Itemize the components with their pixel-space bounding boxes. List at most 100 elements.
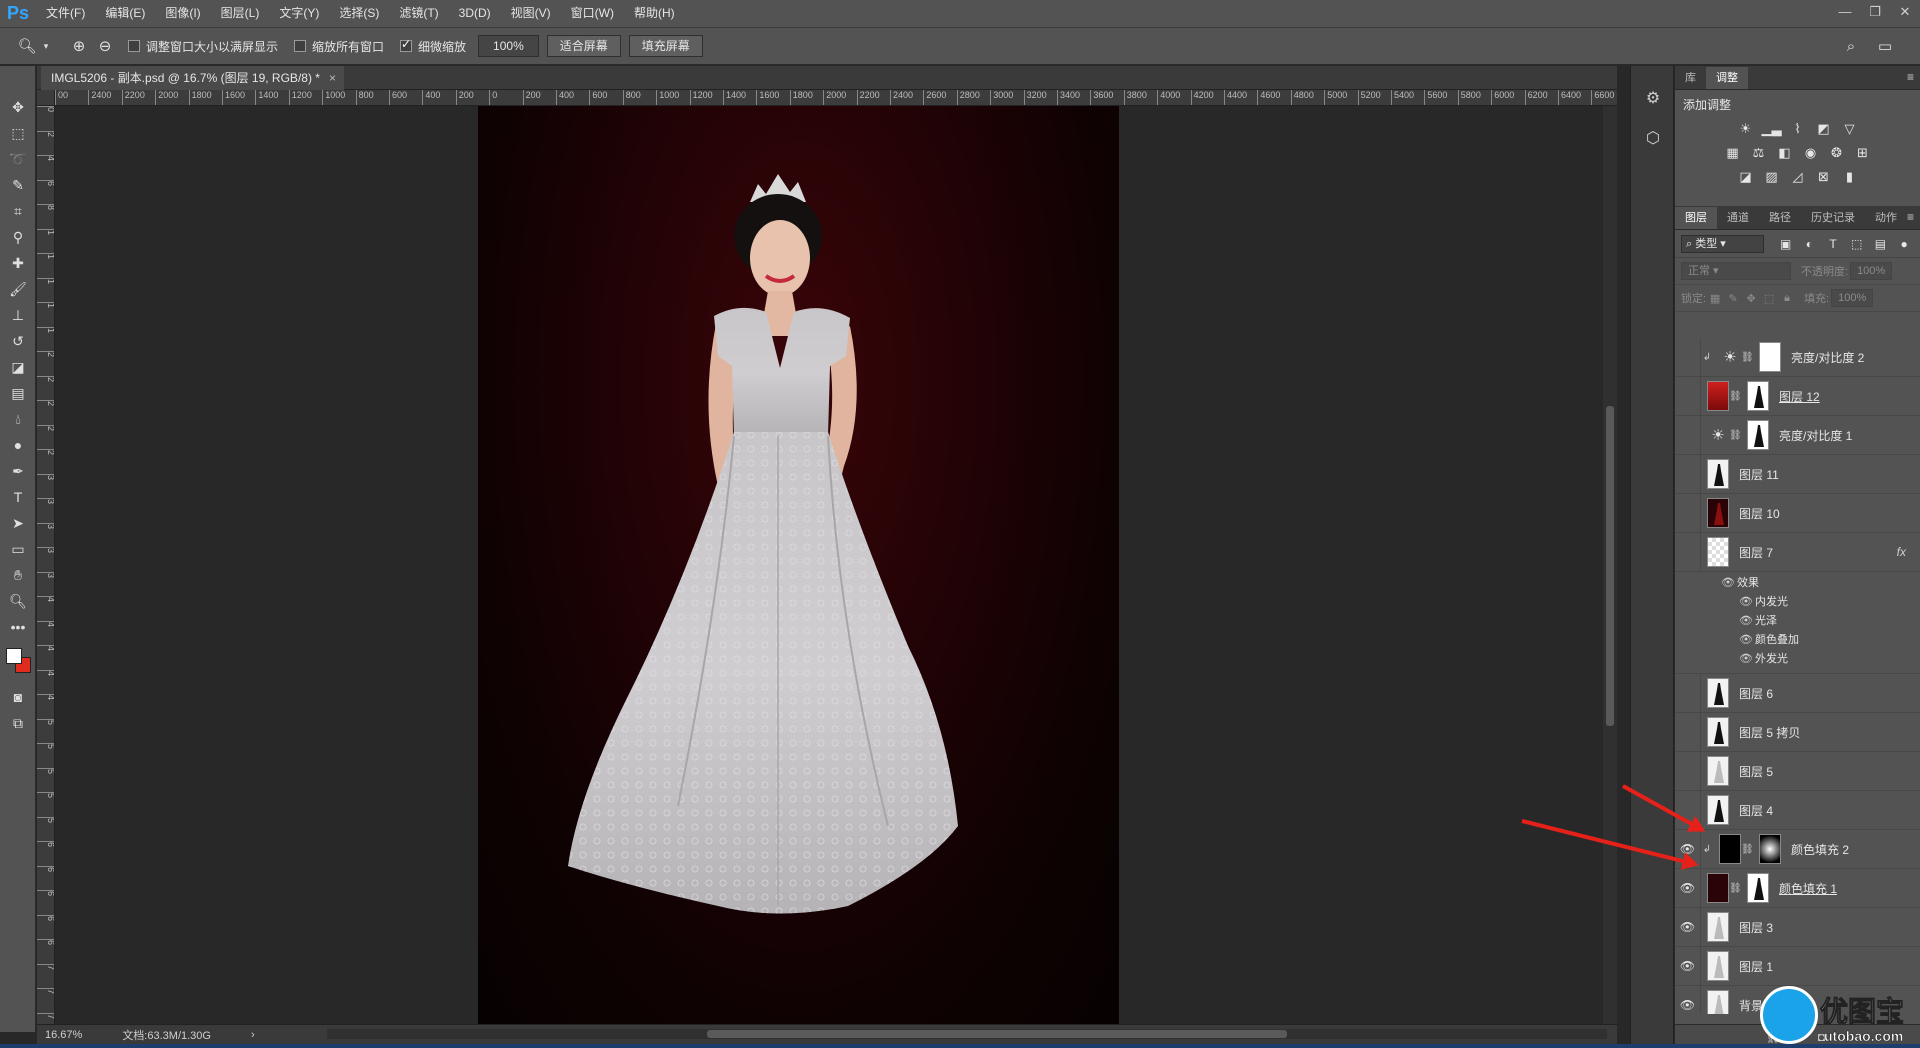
tab-history[interactable]: 历史记录 <box>1801 207 1865 229</box>
menu-item-3[interactable]: 图层(L) <box>211 0 270 27</box>
workspace-icon[interactable]: ▭ <box>1872 33 1898 59</box>
menu-item-5[interactable]: 选择(S) <box>329 0 389 27</box>
layer-row[interactable]: 👁︎ 图层 3 <box>1675 907 1920 947</box>
document-tab[interactable]: IMGL5206 - 副本.psd @ 16.7% (图层 19, RGB/8)… <box>41 66 344 90</box>
status-chevron-icon[interactable]: › <box>251 1029 255 1041</box>
tab-layers[interactable]: 图层 <box>1675 207 1717 229</box>
lock-all-icon[interactable]: 🔒︎ <box>1778 292 1796 305</box>
layer-row[interactable]: 👁︎ 图层 1 <box>1675 946 1920 986</box>
scrubby-zoom-checkbox[interactable]: 细微缩放 <box>400 37 466 55</box>
visibility-eye-icon[interactable]: 👁︎ <box>1675 454 1701 494</box>
close-document-icon[interactable]: × <box>329 66 336 90</box>
zoom-out-icon[interactable]: ⊖ <box>92 33 118 59</box>
visibility-eye-icon[interactable]: 👁︎ <box>1675 338 1701 377</box>
visibility-eye-icon[interactable]: 👁︎ <box>1675 415 1701 455</box>
effect-eye-icon[interactable]: 👁︎ <box>1739 650 1755 669</box>
mask-link-icon[interactable]: ⛓ <box>1729 391 1742 402</box>
quick-select-tool-icon[interactable]: ✎ <box>0 172 36 198</box>
layer-name[interactable]: 图层 6 <box>1739 685 1773 702</box>
brightness-contrast-icon[interactable]: ☀ <box>1719 342 1741 372</box>
layer-mask-thumbnail[interactable] <box>1759 834 1781 864</box>
zoom-in-icon[interactable]: ⊕ <box>66 33 92 59</box>
effect-eye-icon[interactable]: 👁︎ <box>1721 574 1737 593</box>
tab-libraries[interactable]: 库 <box>1675 67 1706 89</box>
pixel-filter-icon[interactable]: ▣ <box>1776 237 1796 251</box>
zoom-percent-field[interactable]: 100% <box>478 35 539 57</box>
layer-mask-thumbnail[interactable] <box>1759 342 1781 372</box>
black-white-icon[interactable]: ◧ <box>1775 145 1795 161</box>
layer-thumbnail[interactable] <box>1707 381 1729 411</box>
layer-thumbnail[interactable] <box>1707 459 1729 489</box>
horizontal-scrollbar[interactable] <box>327 1029 1607 1039</box>
blend-mode-select[interactable]: 正常 ▾ <box>1681 262 1791 280</box>
color-swatches[interactable] <box>0 640 35 684</box>
layer-row[interactable]: 👁︎ 图层 11 <box>1675 454 1920 494</box>
shape-filter-icon[interactable]: ⬚ <box>1847 237 1867 251</box>
layer-name[interactable]: 图层 10 <box>1739 505 1780 522</box>
layer-row[interactable]: 👁︎ 图层 5 拷贝 <box>1675 712 1920 752</box>
layer-thumbnail[interactable] <box>1707 795 1729 825</box>
canvas-area[interactable] <box>55 106 1617 1024</box>
gradient-tool-icon[interactable]: ▤ <box>0 380 36 406</box>
layer-row[interactable]: 👁︎ ⛓ 颜色填充 1 <box>1675 868 1920 908</box>
tab-adjustments[interactable]: 调整 <box>1706 67 1748 89</box>
layer-thumbnail[interactable] <box>1707 498 1729 528</box>
layer-name[interactable]: 亮度/对比度 2 <box>1791 349 1864 366</box>
filter-toggle-icon[interactable]: ● <box>1894 237 1914 251</box>
crop-tool-icon[interactable]: ⌗ <box>0 198 36 224</box>
3d-panel-icon[interactable]: ⬡ <box>1631 118 1675 158</box>
exposure-icon[interactable]: ◩ <box>1814 121 1834 137</box>
vertical-scrollbar[interactable] <box>1603 106 1617 1024</box>
layer-name[interactable]: 图层 11 <box>1739 466 1779 483</box>
tool-preset-chevron-icon[interactable]: ▾ <box>40 33 52 59</box>
dodge-tool-icon[interactable]: ● <box>0 432 36 458</box>
layer-name[interactable]: 亮度/对比度 1 <box>1779 427 1852 444</box>
document-canvas[interactable] <box>478 106 1119 1024</box>
opacity-field[interactable]: 100% <box>1850 262 1893 280</box>
effect-eye-icon[interactable]: 👁︎ <box>1739 593 1755 612</box>
layer-mask-thumbnail[interactable] <box>1747 420 1769 450</box>
invert-icon[interactable]: ◪ <box>1736 169 1756 185</box>
minimize-button[interactable]: — <box>1830 0 1860 27</box>
layer-thumbnail[interactable] <box>1707 717 1729 747</box>
layer-name[interactable]: 图层 5 <box>1739 763 1773 780</box>
visibility-eye-icon[interactable]: 👁︎ <box>1675 868 1701 908</box>
brush-tool-icon[interactable]: 🖌︎ <box>0 276 36 302</box>
menu-item-2[interactable]: 图像(I) <box>155 0 210 27</box>
mask-link-icon[interactable]: ⛓ <box>1729 883 1742 894</box>
search-icon[interactable]: ⌕ <box>1838 33 1864 59</box>
rectangle-tool-icon[interactable]: ▭ <box>0 536 36 562</box>
type-filter-icon[interactable]: T <box>1823 237 1843 251</box>
lock-pixels-icon[interactable]: ✎ <box>1724 292 1742 305</box>
zoom-all-checkbox[interactable]: 缩放所有窗口 <box>294 38 384 55</box>
photo-filter-icon[interactable]: ◉ <box>1801 145 1821 161</box>
menu-item-7[interactable]: 3D(D) <box>449 0 501 27</box>
vertical-scroll-thumb[interactable] <box>1606 406 1614 726</box>
brightness-contrast-icon[interactable]: ☀ <box>1707 420 1729 450</box>
tab-actions[interactable]: 动作 <box>1865 207 1907 229</box>
layer-row[interactable]: 👁︎ 图层 6 <box>1675 673 1920 713</box>
lock-artboard-icon[interactable]: ⬚ <box>1760 292 1778 305</box>
layer-name[interactable]: 图层 12 <box>1779 388 1820 405</box>
curves-icon[interactable]: ⌇ <box>1788 121 1808 137</box>
effect-item[interactable]: 👁︎ 光泽 <box>1721 612 1920 631</box>
resize-windows-box[interactable] <box>128 40 140 52</box>
menu-item-0[interactable]: 文件(F) <box>36 0 95 27</box>
visibility-eye-icon[interactable]: 👁︎ <box>1675 985 1701 1014</box>
pen-tool-icon[interactable]: ✒ <box>0 458 36 484</box>
visibility-eye-icon[interactable]: 👁︎ <box>1675 532 1701 572</box>
layer-name[interactable]: 图层 4 <box>1739 802 1773 819</box>
fit-screen-button[interactable]: 适合屏幕 <box>546 35 621 57</box>
posterize-icon[interactable]: ▨ <box>1762 169 1782 185</box>
menu-item-8[interactable]: 视图(V) <box>501 0 561 27</box>
close-button[interactable]: ✕ <box>1890 0 1920 27</box>
layer-thumbnail[interactable] <box>1719 834 1741 864</box>
layer-filter-select[interactable]: ⌕ 类型 ▾ <box>1681 234 1764 253</box>
move-tool-icon[interactable]: ✥ <box>0 94 36 120</box>
levels-icon[interactable]: ▁▃ <box>1762 121 1782 137</box>
type-tool-icon[interactable]: T <box>0 484 36 510</box>
properties-panel-icon[interactable]: ⚙ <box>1631 78 1675 118</box>
layer-mask-thumbnail[interactable] <box>1747 381 1769 411</box>
marquee-tool-icon[interactable]: ⬚ <box>0 120 36 146</box>
lock-transparent-icon[interactable]: ▦ <box>1706 292 1724 305</box>
